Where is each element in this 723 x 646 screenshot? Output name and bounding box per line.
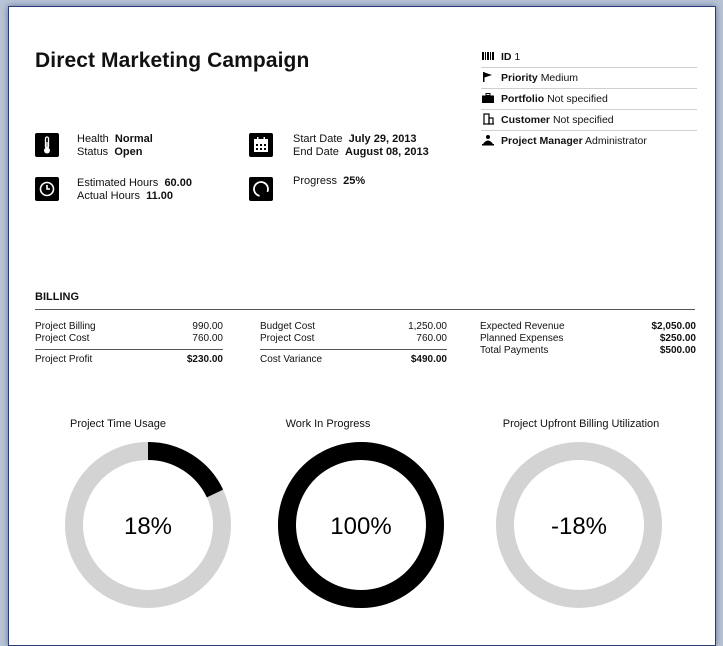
calendar-icon — [249, 133, 273, 157]
progress-value: 25% — [343, 175, 366, 187]
billing-row: Project Billing 990.00 — [35, 321, 223, 332]
time-usage-donut-chart: 18% — [65, 442, 231, 608]
status-label: Status — [77, 146, 109, 158]
donut-percent-label: 100% — [330, 513, 391, 540]
briefcase-icon — [482, 93, 494, 103]
meta-value: Not specified — [552, 114, 614, 126]
project-report-sheet: Direct Marketing Campaign ID 1 Priority … — [8, 6, 716, 646]
billing-column-revenue: Expected Revenue $2,050.00 Planned Expens… — [480, 321, 696, 357]
team-icon — [482, 135, 494, 146]
end-date-label: End Date — [293, 146, 339, 158]
building-icon — [483, 113, 494, 125]
billing-row: Expected Revenue $2,050.00 — [480, 321, 696, 332]
thermometer-icon — [35, 133, 59, 157]
chart-title-work-in-progress: Work In Progress — [285, 418, 371, 430]
barcode-icon — [482, 52, 494, 60]
actual-hours-value: 11.00 — [146, 190, 174, 202]
meta-row-priority: Priority Medium — [481, 68, 697, 89]
meta-label: ID — [501, 51, 512, 63]
estimated-hours-value: 60.00 — [164, 177, 192, 189]
meta-row-customer: Customer Not specified — [481, 110, 697, 131]
meta-value: Medium — [540, 72, 579, 84]
billing-column-profit: Project Billing 990.00 Project Cost 760.00… — [35, 321, 223, 366]
donut-percent-label: -18% — [551, 513, 607, 540]
billing-utilization-donut-chart: -18% — [496, 442, 662, 608]
health-value: Normal — [114, 133, 153, 145]
meta-label: Priority — [501, 72, 538, 84]
progress-arc — [253, 181, 269, 197]
progress-icon — [249, 177, 273, 201]
progress-block: Progress 25% — [293, 175, 365, 188]
meta-row-project-manager: Project Manager Administrator — [481, 131, 697, 151]
progress-label: Progress — [293, 175, 338, 187]
work-in-progress-donut-chart: 100% — [278, 442, 444, 608]
project-title: Direct Marketing Campaign — [35, 49, 310, 72]
billing-divider — [35, 309, 695, 310]
meta-row-id: ID 1 — [481, 47, 697, 68]
billing-column-variance: Budget Cost 1,250.00 Project Cost 760.00 C… — [260, 321, 447, 366]
date-block: Start Date July 29, 2013 End Date August… — [293, 133, 429, 159]
health-label: Health — [77, 133, 109, 145]
clock-icon — [35, 177, 59, 201]
meta-label: Portfolio — [501, 93, 545, 105]
estimated-hours-label: Estimated Hours — [77, 177, 159, 189]
meta-label: Customer — [501, 114, 551, 126]
meta-row-portfolio: Portfolio Not specified — [481, 89, 697, 110]
billing-row: Total Payments $500.00 — [480, 345, 696, 356]
billing-row: Project Cost 760.00 — [260, 333, 447, 344]
donut-percent-label: 18% — [124, 513, 172, 540]
chart-title-billing-utilization: Project Upfront Billing Utilization — [502, 418, 660, 430]
flag-icon — [483, 72, 492, 82]
billing-total-divider — [35, 349, 223, 350]
billing-total-row: Project Profit $230.00 — [35, 354, 223, 365]
meta-value: 1 — [514, 51, 521, 63]
chart-title-time-usage: Project Time Usage — [70, 418, 166, 430]
start-date-label: Start Date — [293, 133, 343, 145]
status-value: Open — [114, 146, 143, 158]
project-meta-list: ID 1 Priority Medium Portfolio Not speci… — [481, 47, 697, 151]
billing-total-row: Cost Variance $490.00 — [260, 354, 447, 365]
donut-value-arc — [147, 442, 224, 498]
billing-heading: BILLING — [35, 291, 79, 303]
actual-hours-label: Actual Hours — [77, 190, 140, 202]
start-date-value: July 29, 2013 — [348, 133, 417, 145]
end-date-value: August 08, 2013 — [345, 146, 429, 158]
billing-total-divider — [260, 349, 447, 350]
meta-label: Project Manager — [501, 135, 583, 147]
hours-block: Estimated Hours 60.00 Actual Hours 11.00 — [77, 177, 192, 203]
meta-value: Administrator — [585, 135, 647, 147]
billing-row: Budget Cost 1,250.00 — [260, 321, 447, 332]
billing-row: Project Cost 760.00 — [35, 333, 223, 344]
health-status-block: Health Normal Status Open — [77, 133, 153, 159]
billing-row: Planned Expenses $250.00 — [480, 333, 696, 344]
meta-value: Not specified — [547, 93, 608, 105]
